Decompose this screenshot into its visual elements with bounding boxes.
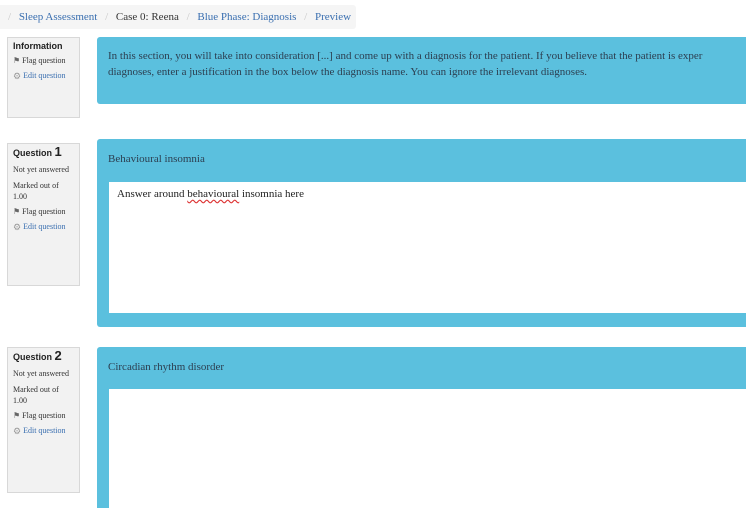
breadcrumb-separator: /	[304, 11, 308, 23]
edit-question-label[interactable]: Edit question	[23, 71, 65, 81]
breadcrumb-separator: /	[8, 11, 12, 23]
answer-text: Answer around	[117, 188, 188, 200]
flag-question-label: Flag question	[22, 411, 66, 420]
answer-text: insomnia here	[239, 188, 304, 200]
question-1-content: Behavioural insomnia Answer around behav…	[97, 139, 746, 327]
edit-question-label[interactable]: Edit question	[23, 222, 65, 232]
question-2-title: Circadian rhythm disorder	[108, 361, 225, 373]
information-text-line2: diagnoses, enter a justification in the …	[108, 66, 587, 78]
question-1-title: Behavioural insomnia	[108, 153, 205, 165]
question-2-edit-link[interactable]: ⚙ Edit question	[13, 426, 74, 436]
question-1-sidebar: Question 1 Not yet answered Marked out o…	[7, 143, 80, 286]
question-2-heading: Question 2	[13, 348, 74, 363]
edit-question-label[interactable]: Edit question	[23, 426, 65, 436]
flag-icon: ⚑	[13, 207, 21, 216]
question-1-heading: Question 1	[13, 144, 74, 159]
information-sidebar: Information ⚑ Flag question ⚙ Edit quest…	[7, 37, 80, 118]
flag-question-label: Flag question	[22, 56, 66, 65]
breadcrumb: / Sleep Assessment / Case 0: Reena / Blu…	[0, 5, 356, 29]
breadcrumb-separator: /	[105, 11, 109, 23]
breadcrumb-sleep-assessment[interactable]: Sleep Assessment	[19, 11, 98, 23]
flag-question-link[interactable]: ⚑ Flag question	[13, 56, 74, 66]
question-1-status: Not yet answered	[13, 165, 69, 174]
flag-icon: ⚑	[13, 56, 21, 65]
question-2-content: Circadian rhythm disorder	[97, 347, 746, 519]
question-2-sidebar: Question 2 Not yet answered Marked out o…	[7, 347, 80, 493]
edit-question-link[interactable]: ⚙ Edit question	[13, 71, 74, 81]
flag-question-label: Flag question	[22, 207, 66, 216]
question-label: Question	[13, 352, 53, 362]
question-2-status: Not yet answered	[13, 369, 69, 378]
breadcrumb-preview[interactable]: Preview	[315, 11, 351, 23]
gear-icon: ⚙	[13, 426, 22, 436]
breadcrumb-blue-phase[interactable]: Blue Phase: Diagnosis	[197, 11, 296, 23]
question-2-answer-textarea[interactable]	[109, 389, 746, 519]
gear-icon: ⚙	[13, 222, 22, 232]
question-number: 2	[54, 348, 62, 363]
information-text-line1: In this section, you will take into cons…	[108, 50, 703, 62]
question-1-answer-textarea[interactable]: Answer around behavioural insomnia here	[109, 182, 746, 313]
breadcrumb-case: Case 0: Reena	[115, 11, 179, 23]
question-1-flag-link[interactable]: ⚑ Flag question	[13, 207, 74, 217]
breadcrumb-separator: /	[186, 11, 190, 23]
question-1-edit-link[interactable]: ⚙ Edit question	[13, 222, 74, 232]
information-heading: Information	[13, 41, 63, 51]
question-1-marks: Marked out of 1.00	[13, 181, 59, 201]
information-content: In this section, you will take into cons…	[97, 37, 746, 104]
answer-text-misspelled: behavioural	[187, 188, 240, 200]
gear-icon: ⚙	[13, 71, 22, 81]
flag-icon: ⚑	[13, 411, 21, 420]
question-number: 1	[54, 144, 62, 159]
question-label: Question	[13, 148, 53, 158]
question-2-marks: Marked out of 1.00	[13, 385, 59, 405]
question-2-flag-link[interactable]: ⚑ Flag question	[13, 411, 74, 421]
